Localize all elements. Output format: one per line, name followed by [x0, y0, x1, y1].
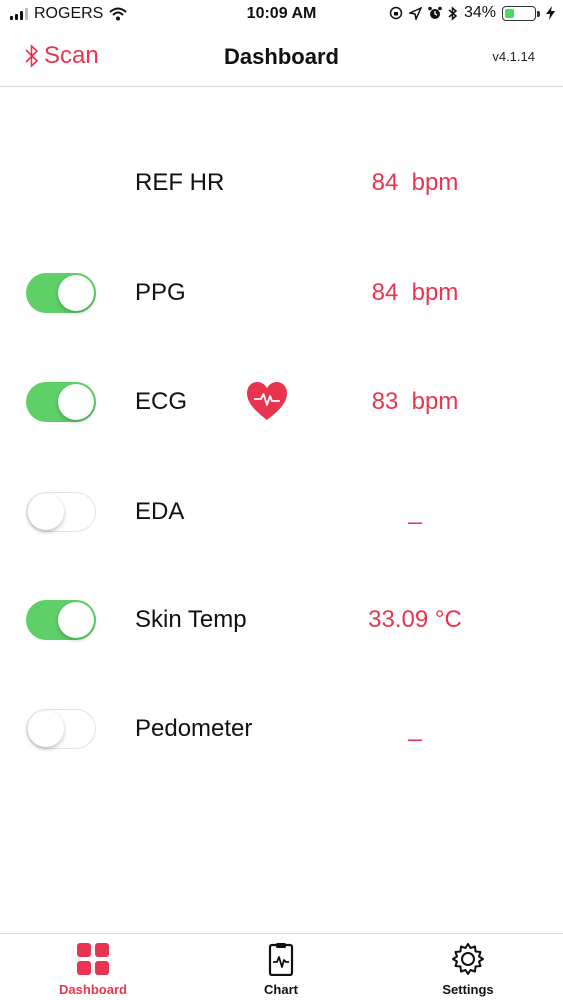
pedometer-toggle[interactable] — [26, 709, 96, 749]
metric-value: _ — [408, 715, 422, 742]
metric-label: EDA — [135, 498, 185, 525]
orientation-lock-icon — [389, 6, 403, 20]
metric-value: 33.09 °C — [368, 606, 462, 633]
heart-pulse-icon — [247, 382, 287, 420]
tab-label: Chart — [264, 982, 298, 997]
version-label: v4.1.14 — [492, 49, 535, 64]
page-title: Dashboard — [224, 44, 339, 69]
metric-row-ppg: PPG 84 bpm — [0, 263, 563, 323]
metric-row-eda: EDA _ — [0, 482, 563, 542]
status-right: 34% — [389, 4, 555, 22]
toggle-knob — [28, 494, 64, 530]
toggle-knob — [28, 711, 64, 747]
toggle-knob — [58, 384, 94, 420]
ecg-toggle[interactable] — [26, 382, 96, 422]
tab-bar: Dashboard Chart Settings — [0, 933, 563, 1000]
metric-label: REF HR — [135, 169, 225, 196]
tab-chart[interactable]: Chart — [221, 942, 341, 997]
location-icon — [408, 6, 422, 20]
clipboard-chart-icon — [268, 943, 294, 976]
tab-settings[interactable]: Settings — [408, 942, 528, 997]
ppg-toggle[interactable] — [26, 273, 96, 313]
metric-row-skin-temp: Skin Temp 33.09 °C — [0, 590, 563, 650]
battery-icon — [502, 5, 540, 21]
eda-toggle[interactable] — [26, 492, 96, 532]
gear-icon — [452, 943, 484, 975]
tab-label: Settings — [442, 982, 494, 997]
metric-value: _ — [408, 498, 422, 525]
metric-row-pedometer: Pedometer _ — [0, 699, 563, 759]
charging-icon — [546, 6, 555, 20]
tab-label: Dashboard — [59, 982, 127, 997]
metric-label: Skin Temp — [135, 606, 247, 633]
metric-value: 84 bpm — [371, 169, 459, 196]
metric-label: ECG — [135, 388, 188, 415]
tab-dashboard[interactable]: Dashboard — [33, 942, 153, 997]
grid-icon — [77, 943, 109, 975]
nav-bar: Scan Dashboard v4.1.14 — [0, 30, 563, 87]
metric-label: PPG — [135, 279, 186, 306]
metric-value: 84 bpm — [371, 279, 459, 306]
metric-row-ecg: ECG 83 bpm — [0, 372, 563, 432]
metric-value: 83 bpm — [371, 388, 459, 415]
metric-label: Pedometer — [135, 715, 253, 742]
bluetooth-icon — [448, 5, 458, 21]
status-bar: ROGERS 10:09 AM 34% — [0, 0, 563, 30]
toggle-knob — [58, 275, 94, 311]
toggle-knob — [58, 602, 94, 638]
battery-percent: 34% — [463, 4, 496, 21]
skin-temp-toggle[interactable] — [26, 600, 96, 640]
alarm-icon — [428, 6, 442, 19]
metric-row-ref-hr: REF HR 84 bpm — [0, 153, 563, 213]
